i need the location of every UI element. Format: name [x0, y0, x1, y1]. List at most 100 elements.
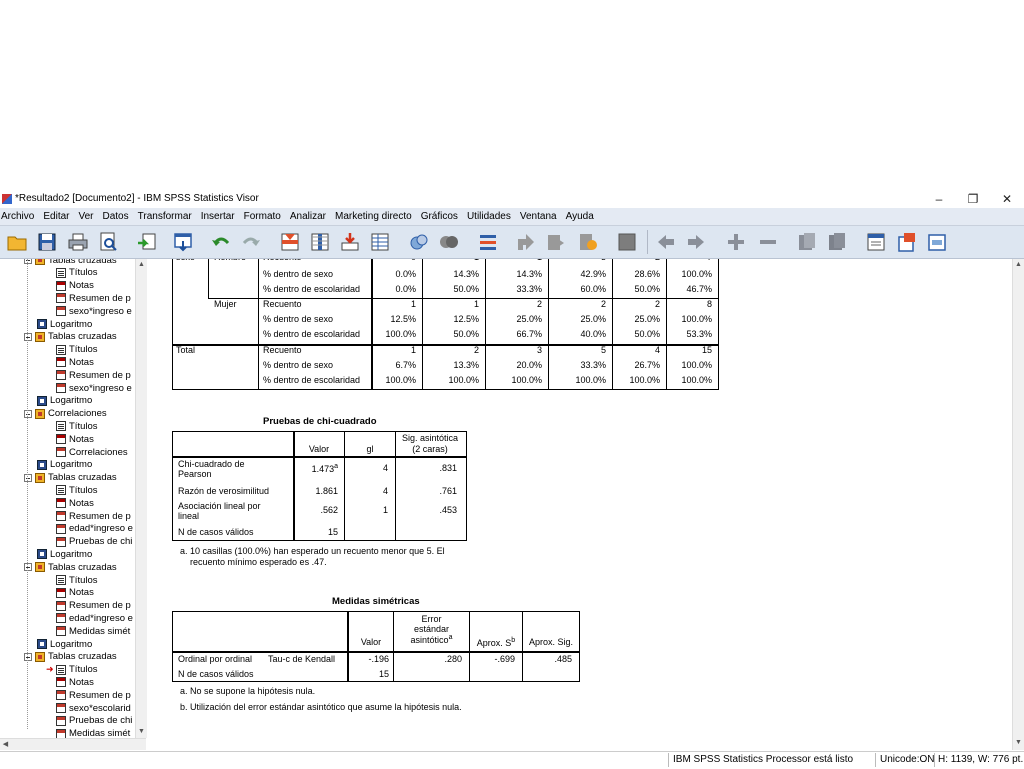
crosstab-cell-text: 50.0% [634, 284, 660, 294]
outline-horizontal-scrollbar[interactable]: ◀ [0, 738, 146, 750]
menu-insertar[interactable]: Insertar [201, 211, 241, 222]
outline-item[interactable]: sexo*ingreso e [56, 305, 132, 317]
scroll-down-icon[interactable]: ▼ [1013, 737, 1024, 748]
menu-graficos[interactable]: Gráficos [421, 211, 464, 222]
insert-title-icon[interactable] [896, 231, 918, 253]
collapse-icon[interactable] [577, 231, 599, 253]
recall-dialog-icon[interactable] [172, 231, 194, 253]
undo-icon[interactable] [210, 231, 232, 253]
scroll-left-icon[interactable]: ◀ [0, 739, 11, 750]
outline-item[interactable]: Tablas cruzadas [24, 561, 117, 573]
outline-item[interactable]: Medidas simét [56, 625, 130, 637]
goto-case-icon[interactable] [279, 231, 301, 253]
outline-item[interactable]: edad*ingreso e [56, 612, 133, 624]
outline-item[interactable]: Notas [56, 497, 94, 509]
outline-item-label: Notas [69, 356, 94, 368]
outline-item[interactable]: Tablas cruzadas [24, 331, 117, 343]
outline-item[interactable]: Tablas cruzadas [24, 472, 117, 484]
menu-ver[interactable]: Ver [78, 211, 99, 222]
collapse-toggle-icon[interactable] [24, 259, 32, 264]
outline-item[interactable]: Resumen de p [56, 689, 131, 701]
open-folder-icon[interactable] [6, 231, 28, 253]
menu-archivo[interactable]: Archivo [0, 211, 40, 222]
outline-item[interactable]: Tablas cruzadas [24, 651, 117, 663]
plus-icon[interactable] [725, 231, 747, 253]
outline-item[interactable]: Pruebas de chi [56, 715, 132, 727]
outline-item[interactable]: sexo*ingreso e [56, 382, 132, 394]
outline-item[interactable]: Títulos [56, 420, 98, 432]
crosstab-cell: 25.0% [610, 314, 660, 324]
scroll-up-icon[interactable]: ▲ [136, 259, 147, 270]
close-button[interactable]: ✕ [990, 192, 1024, 206]
collapse-toggle-icon[interactable] [24, 409, 32, 418]
outline-item[interactable]: Resumen de p [56, 600, 131, 612]
outline-item[interactable]: Notas [56, 433, 94, 445]
menu-utilidades[interactable]: Utilidades [467, 211, 517, 222]
menu-transformar[interactable]: Transformar [138, 211, 198, 222]
insert-text-icon[interactable] [926, 231, 948, 253]
outline-item[interactable]: Títulos [56, 574, 98, 586]
print-icon[interactable] [67, 231, 89, 253]
redo-icon[interactable] [240, 231, 262, 253]
demote-icon[interactable] [545, 231, 567, 253]
outline-item[interactable]: Títulos [56, 344, 98, 356]
goto-variable-icon[interactable] [309, 231, 331, 253]
menu-marketing-directo[interactable]: Marketing directo [335, 211, 418, 222]
expand-icon[interactable] [616, 231, 638, 253]
insert-output-icon[interactable] [339, 231, 361, 253]
collapse-toggle-icon[interactable] [24, 473, 32, 482]
outline-item[interactable]: Logaritmo [37, 395, 92, 407]
designate-window-icon[interactable] [477, 231, 499, 253]
outline-item[interactable]: Logaritmo [37, 459, 92, 471]
outline-item[interactable]: Títulos [56, 484, 98, 496]
menu-ventana[interactable]: Ventana [520, 211, 563, 222]
outline-item[interactable]: Pruebas de chi [56, 536, 132, 548]
outline-item[interactable]: Notas [56, 356, 94, 368]
output-vertical-scrollbar[interactable]: ▲ ▼ [1012, 259, 1024, 750]
back-icon[interactable] [655, 231, 677, 253]
scroll-down-icon[interactable]: ▼ [136, 726, 147, 737]
show-icon[interactable] [796, 231, 818, 253]
outline-vertical-scrollbar[interactable]: ▲ ▼ [135, 259, 147, 738]
outline-item[interactable]: Tablas cruzadas [24, 259, 117, 266]
forward-icon[interactable] [685, 231, 707, 253]
outline-item[interactable]: Notas [56, 676, 94, 688]
menu-ayuda[interactable]: Ayuda [566, 211, 600, 222]
outline-item[interactable]: Resumen de p [56, 292, 131, 304]
hide-output-icon[interactable] [826, 231, 848, 253]
outline-item[interactable]: Títulos [56, 664, 98, 676]
outline-item[interactable]: Logaritmo [37, 548, 92, 560]
outline-item[interactable]: edad*ingreso e [56, 523, 133, 535]
scroll-up-icon[interactable]: ▲ [1013, 259, 1024, 270]
variables-icon[interactable] [369, 231, 391, 253]
print-preview-icon[interactable] [97, 231, 119, 253]
minus-icon[interactable] [757, 231, 779, 253]
save-icon[interactable] [36, 231, 58, 253]
outline-item[interactable]: Correlaciones [56, 446, 128, 458]
menu-formato[interactable]: Formato [244, 211, 287, 222]
outline-item[interactable]: Medidas simét [56, 728, 130, 738]
menu-datos[interactable]: Datos [103, 211, 135, 222]
outline-item[interactable]: Logaritmo [37, 318, 92, 330]
show-all-icon[interactable] [438, 231, 460, 253]
outline-item[interactable]: sexo*escolarid [56, 702, 131, 714]
menu-analizar[interactable]: Analizar [290, 211, 332, 222]
minimize-button[interactable]: – [922, 192, 956, 206]
promote-icon[interactable] [515, 231, 537, 253]
outline-item[interactable]: Títulos [56, 267, 98, 279]
outline-item[interactable]: Logaritmo [37, 638, 92, 650]
outline-item[interactable]: Notas [56, 587, 94, 599]
outline-item[interactable]: Notas [56, 280, 94, 292]
insert-heading-icon[interactable] [865, 231, 887, 253]
collapse-toggle-icon[interactable] [24, 563, 32, 572]
outline-item[interactable]: Resumen de p [56, 510, 131, 522]
outline-item-label: Tablas cruzadas [48, 651, 117, 663]
collapse-toggle-icon[interactable] [24, 332, 32, 341]
circles-icon[interactable] [408, 231, 430, 253]
outline-item[interactable]: Correlaciones [24, 408, 107, 420]
outline-item[interactable]: Resumen de p [56, 369, 131, 381]
collapse-toggle-icon[interactable] [24, 652, 32, 661]
restore-button[interactable]: ❐ [956, 192, 990, 206]
menu-editar[interactable]: Editar [43, 211, 75, 222]
export-icon[interactable] [136, 231, 158, 253]
